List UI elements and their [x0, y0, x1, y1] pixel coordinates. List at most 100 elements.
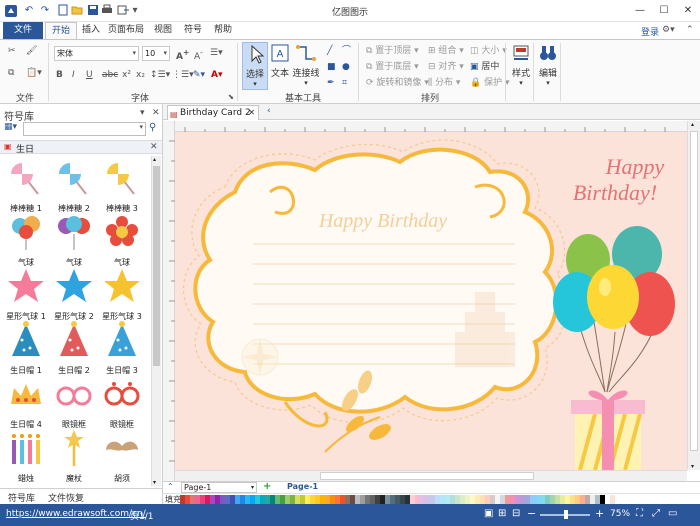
symbol-glasses-1[interactable]: 眼镜框 — [50, 374, 98, 430]
symbol-party-hat-3[interactable]: 生日帽 3 — [98, 320, 146, 376]
website-link[interactable]: https://www.edrawsoft.com/cn/ — [6, 509, 146, 519]
tab-scroll-left-icon[interactable]: ‹ — [267, 106, 271, 116]
panel-pin-icon[interactable]: ▾ — [140, 108, 145, 118]
font-color-icon[interactable]: A▾ — [211, 68, 222, 82]
underline-button[interactable]: U — [86, 68, 93, 82]
bring-to-front-button[interactable]: ⧉ 置于顶层 ▾ — [366, 44, 419, 58]
fit-window-icon[interactable]: ⛶ — [636, 508, 643, 519]
group-button[interactable]: ⊞ 组合 ▾ — [428, 44, 464, 58]
tab-view[interactable]: 视图 — [150, 22, 176, 39]
send-to-back-button[interactable]: ⧉ 置于底层 ▾ — [366, 60, 419, 74]
symbol-star-balloon-2[interactable]: 星形气球 2 — [50, 266, 98, 322]
library-search-input[interactable]: ▾ — [23, 122, 146, 136]
frame-heading[interactable]: Happy Birthday — [318, 210, 447, 232]
symbol-lollipop-3[interactable]: 棒棒糖 3 — [98, 158, 146, 214]
text-tool-button[interactable]: A 文本 — [270, 42, 290, 79]
symbol-balloon-flower[interactable]: 气球 — [98, 212, 146, 268]
paste-icon[interactable]: 📋▾ — [26, 66, 42, 80]
tab-help[interactable]: 帮助 — [210, 22, 236, 39]
symbol-party-hat-4[interactable]: 生日帽 4 — [2, 374, 50, 430]
close-button[interactable]: ✕ — [680, 3, 696, 19]
document-tab[interactable]: ▤ Birthday Card 2 ✕ — [167, 105, 259, 120]
cut-icon[interactable]: ✂ — [8, 44, 16, 58]
symbol-lollipop-2[interactable]: 棒棒糖 2 — [50, 158, 98, 214]
bold-button[interactable]: B — [56, 68, 63, 82]
document-tab-close-icon[interactable]: ✕ — [248, 106, 255, 120]
crop-tool-icon[interactable]: ⌗ — [342, 76, 347, 90]
connector-tool-button[interactable]: 连接线 ▾ — [292, 42, 320, 87]
line-tool-icon[interactable]: ╱ — [327, 44, 332, 58]
color-swatches[interactable] — [180, 495, 615, 504]
arc-tool-icon[interactable]: ⌒ — [342, 44, 351, 58]
fit-page-icon[interactable]: ⊞ — [498, 508, 506, 519]
edit-button[interactable]: 编辑 ▾ — [537, 42, 559, 87]
font-name-select[interactable]: 宋体 ▾ — [54, 46, 139, 61]
symbol-candles[interactable]: 蜡烛 — [2, 428, 50, 484]
symbol-party-hat-2[interactable]: 生日帽 2 — [50, 320, 98, 376]
style-button[interactable]: 样式 ▾ — [510, 42, 532, 87]
cloud-frame-shape[interactable] — [182, 139, 569, 428]
page-bar-toggle-icon[interactable]: ⌃ — [167, 482, 174, 491]
decrease-font-icon[interactable]: A- — [194, 46, 203, 62]
subscript-button[interactable]: x₂ — [136, 68, 145, 82]
maximize-button[interactable]: ☐ — [656, 3, 672, 19]
ellipse-tool-icon[interactable]: ● — [342, 60, 350, 74]
fit-width-icon[interactable]: ⊟ — [512, 508, 520, 519]
page-view-icon[interactable]: ▣ — [484, 508, 493, 519]
minimize-button[interactable]: — — [632, 3, 648, 19]
symbol-party-hat-1[interactable]: 生日帽 1 — [2, 320, 50, 376]
symbol-star-balloon-3[interactable]: 星形气球 3 — [98, 266, 146, 322]
increase-font-icon[interactable]: A+ — [176, 46, 189, 62]
add-page-icon[interactable]: + — [263, 481, 271, 492]
format-painter-icon[interactable]: 🖌 — [26, 44, 37, 58]
tab-insert[interactable]: 插入 — [78, 22, 104, 39]
pen-tool-icon[interactable]: ✒ — [327, 76, 335, 90]
library-grid-icon[interactable]: ▦▾ — [4, 122, 20, 136]
canvas-horizontal-scrollbar[interactable] — [175, 470, 687, 481]
tab-file[interactable]: 文件 — [3, 22, 43, 39]
italic-button[interactable]: I — [72, 68, 75, 82]
search-icon[interactable]: ⚲ — [149, 122, 156, 133]
presentation-icon[interactable]: ▭ — [668, 508, 677, 519]
zoom-slider[interactable] — [540, 510, 590, 519]
tab-page-layout[interactable]: 页面布局 — [106, 22, 146, 39]
balloons-illustration[interactable] — [553, 226, 675, 393]
symbol-mustache[interactable]: 胡须 — [98, 428, 146, 484]
category-close-icon[interactable]: ✕ — [150, 142, 158, 152]
size-button[interactable]: ◫ 大小 ▾ — [470, 44, 507, 58]
zoom-out-icon[interactable]: − — [527, 507, 536, 520]
zoom-slider-thumb[interactable] — [564, 510, 568, 519]
center-button[interactable]: ▣ 居中 — [470, 60, 499, 74]
rectangle-tool-icon[interactable]: ■ — [327, 60, 336, 74]
tab-symbol-library[interactable]: 符号库 — [8, 491, 35, 504]
copy-icon[interactable]: ⧉ — [8, 66, 14, 80]
symbol-magic-wand[interactable]: 魔杖 — [50, 428, 98, 484]
category-header[interactable]: ▣ 生日 ✕ — [0, 140, 162, 155]
drawing-canvas[interactable]: Happy Birthday! Happy Birthday — [175, 132, 687, 470]
login-link[interactable]: 登录 — [641, 25, 659, 38]
rotate-mirror-button[interactable]: ⟳ 旋转和镜像 ▾ — [366, 76, 429, 90]
symbol-balloons-2[interactable]: 气球 — [50, 212, 98, 268]
protect-button[interactable]: 🔒 保护 ▾ — [470, 76, 509, 90]
page-selector[interactable]: Page-1 ▾ — [181, 482, 257, 493]
symbol-star-balloon-1[interactable]: 星形气球 1 — [2, 266, 50, 322]
select-tool-button[interactable]: 选择 ▾ — [242, 42, 268, 90]
text-align-icon[interactable]: ☰▾ — [210, 46, 223, 60]
panel-close-icon[interactable]: ✕ — [152, 108, 160, 118]
bullet-list-icon[interactable]: ⋮☰▾ — [172, 68, 194, 82]
zoom-in-icon[interactable]: + — [595, 507, 604, 520]
tab-symbols[interactable]: 符号 — [180, 22, 206, 39]
line-spacing-icon[interactable]: ↕☰▾ — [150, 68, 170, 82]
fullscreen-icon[interactable]: ⤢ — [652, 508, 660, 519]
canvas-vertical-scrollbar[interactable]: ▴ ▾ — [687, 121, 700, 470]
tab-home[interactable]: 开始 — [45, 22, 77, 39]
gift-box-illustration[interactable] — [571, 390, 645, 470]
strikethrough-button[interactable]: abc — [102, 68, 118, 82]
library-scrollbar[interactable]: ▴ ▾ — [151, 156, 161, 486]
tab-file-recovery[interactable]: 文件恢复 — [48, 491, 84, 504]
settings-gear-icon[interactable]: ⚙▾ — [662, 25, 675, 35]
collapse-ribbon-icon[interactable]: ⌃ — [686, 25, 694, 35]
align-button[interactable]: ⊟ 对齐 ▾ — [428, 60, 464, 74]
corner-heading-line1[interactable]: Happy — [605, 154, 665, 179]
page-tab-active[interactable]: Page-1 — [287, 482, 318, 491]
